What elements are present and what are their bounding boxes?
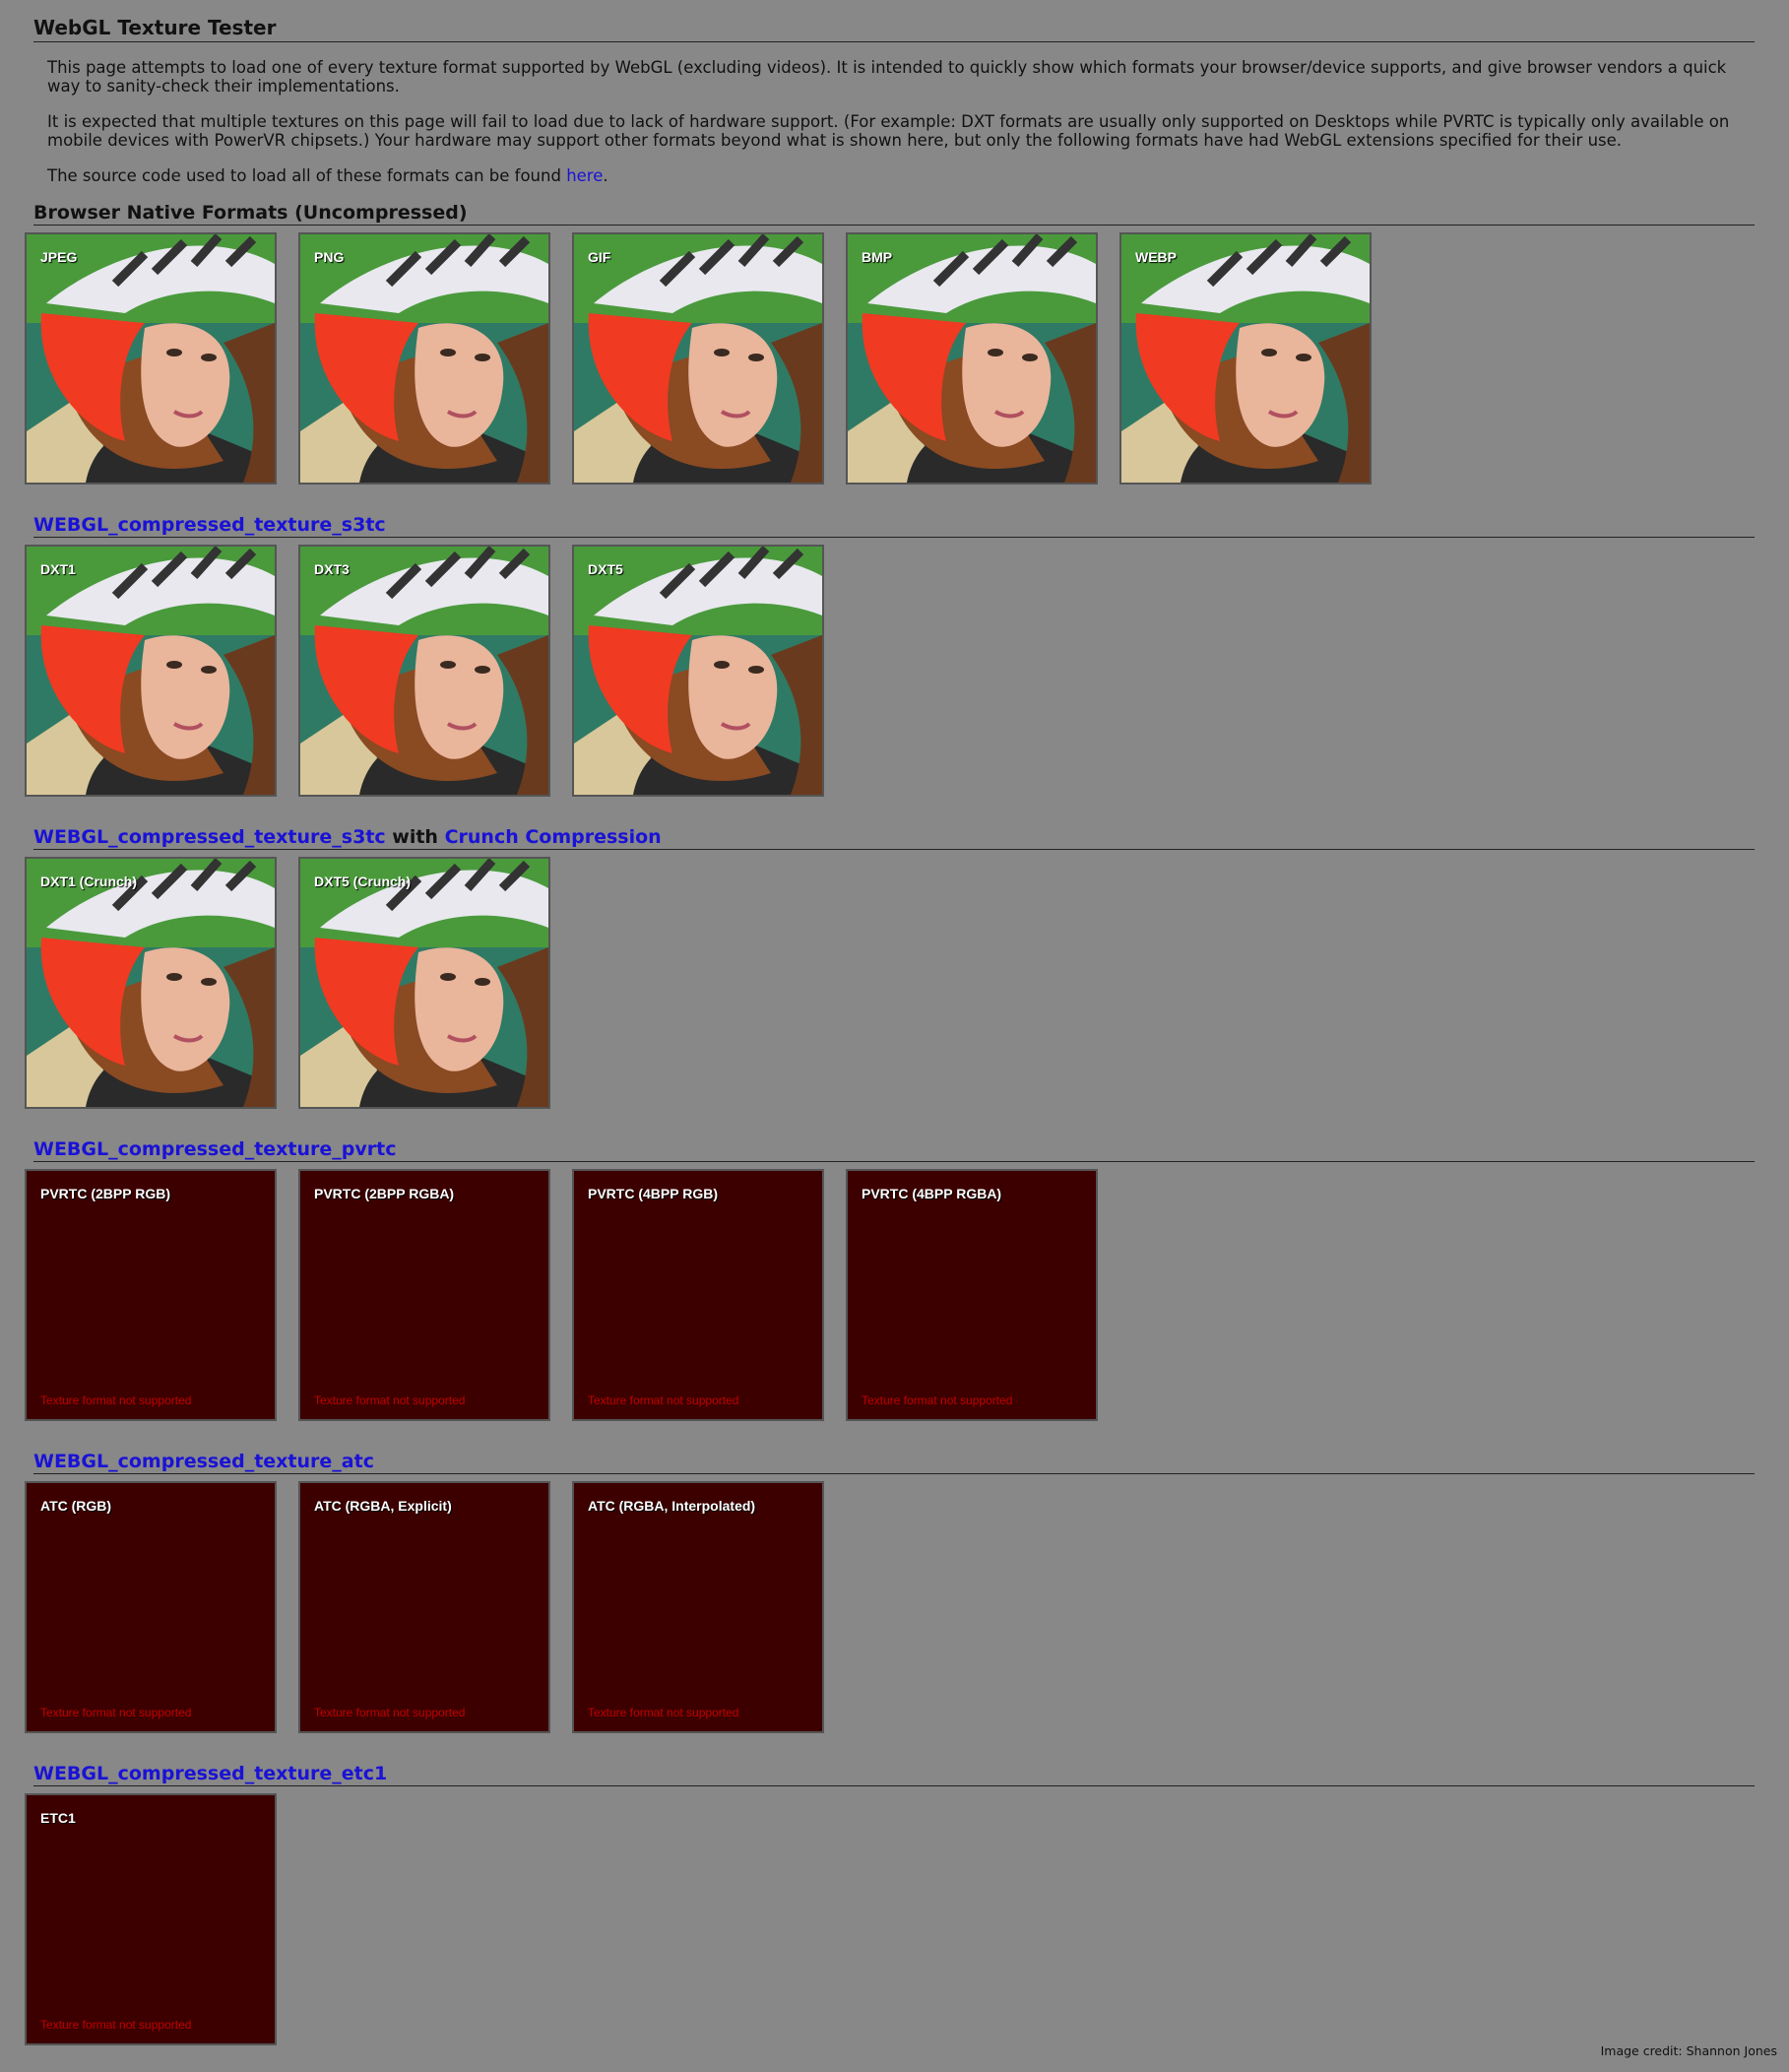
texture-tile-dxt3: DXT3 bbox=[298, 545, 550, 797]
tile-label: WEBP bbox=[1135, 249, 1177, 265]
tile-label: DXT1 bbox=[40, 561, 76, 577]
texture-tile-gif: GIF bbox=[572, 232, 824, 485]
s3tc-extension-link[interactable]: WEBGL_compressed_texture_s3tc bbox=[33, 826, 386, 848]
crunch-compression-link[interactable]: Crunch Compression bbox=[445, 826, 662, 848]
tile-label: PVRTC (4BPP RGB) bbox=[588, 1186, 718, 1201]
texture-tile-atc-rgba-explicit: ATC (RGBA, Explicit) Texture format not s… bbox=[298, 1481, 550, 1733]
unsupported-message: Texture format not supported bbox=[588, 1393, 739, 1407]
tile-label: GIF bbox=[588, 249, 611, 265]
unsupported-message: Texture format not supported bbox=[40, 2018, 192, 2032]
texture-tile-dxt1-crunch: DXT1 (Crunch) bbox=[25, 857, 277, 1109]
section-s3tc: WEBGL_compressed_texture_s3tc DXT1 DXT3 … bbox=[25, 514, 1755, 797]
texture-tile-png: PNG bbox=[298, 232, 550, 485]
texture-image bbox=[300, 234, 548, 483]
texture-image bbox=[300, 547, 548, 795]
tile-label: DXT5 bbox=[588, 561, 623, 577]
texture-tile-dxt5-crunch: DXT5 (Crunch) bbox=[298, 857, 550, 1109]
image-credit: Image credit: Shannon Jones bbox=[1600, 2043, 1777, 2058]
s3tc-extension-link[interactable]: WEBGL_compressed_texture_s3tc bbox=[33, 514, 386, 536]
texture-image bbox=[848, 234, 1096, 483]
tile-row-native: JPEG PNG GIF BMP WEBP bbox=[25, 232, 1755, 485]
tile-row-etc1: ETC1 Texture format not supported bbox=[25, 1793, 1755, 2045]
tile-row-s3tc: DXT1 DXT3 DXT5 bbox=[25, 545, 1755, 797]
page-title: WebGL Texture Tester bbox=[33, 16, 1755, 42]
tile-row-pvrtc: PVRTC (2BPP RGB) Texture format not suppo… bbox=[25, 1169, 1755, 1421]
unsupported-message: Texture format not supported bbox=[314, 1706, 466, 1719]
intro-source-text: The source code used to load all of thes… bbox=[47, 166, 567, 185]
section-heading-s3tc: WEBGL_compressed_texture_s3tc bbox=[33, 514, 1755, 538]
intro-paragraph-3: The source code used to load all of thes… bbox=[47, 166, 1755, 185]
section-atc: WEBGL_compressed_texture_atc ATC (RGB) Te… bbox=[25, 1451, 1755, 1733]
tile-label: ATC (RGBA, Explicit) bbox=[314, 1498, 452, 1514]
atc-extension-link[interactable]: WEBGL_compressed_texture_atc bbox=[33, 1451, 374, 1472]
texture-tile-jpeg: JPEG bbox=[25, 232, 277, 485]
texture-tile-webp: WEBP bbox=[1119, 232, 1372, 485]
tile-label: DXT1 (Crunch) bbox=[40, 874, 137, 889]
section-heading-atc: WEBGL_compressed_texture_atc bbox=[33, 1451, 1755, 1474]
tile-label: DXT5 (Crunch) bbox=[314, 874, 411, 889]
unsupported-message: Texture format not supported bbox=[314, 1393, 466, 1407]
texture-image bbox=[300, 859, 548, 1107]
page: WebGL Texture Tester This page attempts … bbox=[0, 0, 1789, 2045]
tile-label: PVRTC (2BPP RGB) bbox=[40, 1186, 170, 1201]
texture-tile-atc-rgba-interpolated: ATC (RGBA, Interpolated) Texture format n… bbox=[572, 1481, 824, 1733]
texture-image bbox=[1121, 234, 1370, 483]
tile-label: PNG bbox=[314, 249, 345, 265]
tile-label: PVRTC (4BPP RGBA) bbox=[862, 1186, 1002, 1201]
tile-row-crunch: DXT1 (Crunch) DXT5 (Crunch) bbox=[25, 857, 1755, 1109]
texture-tile-pvrtc-4bpp-rgb: PVRTC (4BPP RGB) Texture format not suppo… bbox=[572, 1169, 824, 1421]
section-heading-pvrtc: WEBGL_compressed_texture_pvrtc bbox=[33, 1138, 1755, 1162]
texture-tile-bmp: BMP bbox=[846, 232, 1098, 485]
source-code-link[interactable]: here bbox=[566, 166, 603, 185]
pvrtc-extension-link[interactable]: WEBGL_compressed_texture_pvrtc bbox=[33, 1138, 397, 1160]
texture-tile-pvrtc-4bpp-rgba: PVRTC (4BPP RGBA) Texture format not supp… bbox=[846, 1169, 1098, 1421]
texture-tile-dxt1: DXT1 bbox=[25, 545, 277, 797]
texture-image bbox=[27, 547, 275, 795]
tile-label: ATC (RGBA, Interpolated) bbox=[588, 1498, 756, 1514]
tile-label: BMP bbox=[862, 249, 893, 265]
texture-image bbox=[27, 234, 275, 483]
texture-image bbox=[27, 859, 275, 1107]
tile-label: DXT3 bbox=[314, 561, 350, 577]
texture-image bbox=[574, 234, 822, 483]
etc1-extension-link[interactable]: WEBGL_compressed_texture_etc1 bbox=[33, 1763, 387, 1784]
section-heading-crunch: WEBGL_compressed_texture_s3tc with Crunc… bbox=[33, 826, 1755, 850]
texture-tile-etc1: ETC1 Texture format not supported bbox=[25, 1793, 277, 2045]
texture-tile-dxt5: DXT5 bbox=[572, 545, 824, 797]
tile-label: ATC (RGB) bbox=[40, 1498, 112, 1514]
intro-source-suffix: . bbox=[603, 166, 608, 185]
intro: This page attempts to load one of every … bbox=[47, 58, 1755, 185]
heading-connector: with bbox=[385, 826, 445, 848]
texture-image bbox=[574, 547, 822, 795]
unsupported-message: Texture format not supported bbox=[862, 1393, 1013, 1407]
section-native-formats: Browser Native Formats (Uncompressed) JP… bbox=[25, 202, 1755, 485]
intro-paragraph-1: This page attempts to load one of every … bbox=[47, 58, 1727, 96]
texture-tile-pvrtc-2bpp-rgb: PVRTC (2BPP RGB) Texture format not suppo… bbox=[25, 1169, 277, 1421]
tile-label: PVRTC (2BPP RGBA) bbox=[314, 1186, 455, 1201]
tile-label: JPEG bbox=[40, 249, 78, 265]
section-etc1: WEBGL_compressed_texture_etc1 ETC1 Textur… bbox=[25, 1763, 1755, 2045]
unsupported-message: Texture format not supported bbox=[40, 1706, 192, 1719]
texture-tile-atc-rgb: ATC (RGB) Texture format not supported bbox=[25, 1481, 277, 1733]
texture-tile-pvrtc-2bpp-rgba: PVRTC (2BPP RGBA) Texture format not supp… bbox=[298, 1169, 550, 1421]
unsupported-message: Texture format not supported bbox=[40, 1393, 192, 1407]
intro-paragraph-2: It is expected that multiple textures on… bbox=[47, 112, 1730, 150]
section-crunch: WEBGL_compressed_texture_s3tc with Crunc… bbox=[25, 826, 1755, 1109]
section-heading-etc1: WEBGL_compressed_texture_etc1 bbox=[33, 1763, 1755, 1786]
section-heading-native: Browser Native Formats (Uncompressed) bbox=[33, 202, 1755, 226]
unsupported-message: Texture format not supported bbox=[588, 1706, 739, 1719]
section-pvrtc: WEBGL_compressed_texture_pvrtc PVRTC (2B… bbox=[25, 1138, 1755, 1421]
tile-row-atc: ATC (RGB) Texture format not supported AT… bbox=[25, 1481, 1755, 1733]
tile-label: ETC1 bbox=[40, 1810, 76, 1826]
